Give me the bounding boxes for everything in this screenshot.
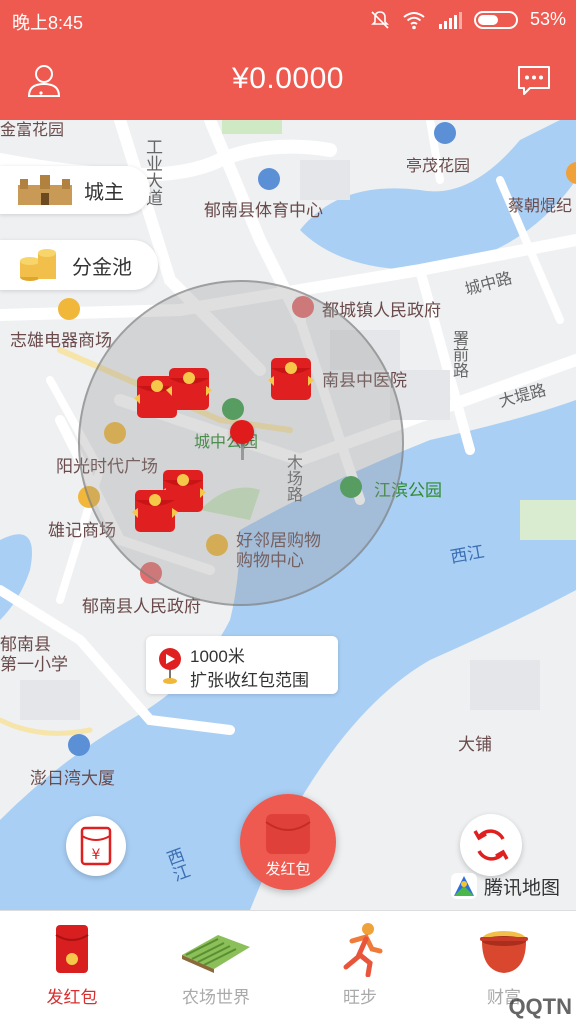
map-label: 志雄电器商场 bbox=[10, 331, 112, 350]
tab-label: 旺步 bbox=[343, 988, 377, 1007]
building-poi-icon[interactable] bbox=[68, 734, 90, 756]
range-distance: 1000米 bbox=[190, 647, 245, 666]
message-icon[interactable] bbox=[516, 62, 552, 98]
map-label: 郁南县体育中心 bbox=[204, 201, 323, 220]
current-location-marker bbox=[230, 420, 254, 444]
runner-icon bbox=[343, 923, 383, 977]
battery-icon bbox=[473, 10, 518, 29]
map-provider-label: 腾讯地图 bbox=[484, 877, 561, 899]
tab-label: 农场世界 bbox=[182, 988, 250, 1007]
map-label: 澎日湾大厦 bbox=[30, 769, 115, 788]
sports-poi-icon[interactable] bbox=[258, 168, 280, 190]
envelope-icon bbox=[265, 814, 311, 854]
red-envelope-icon[interactable] bbox=[268, 352, 314, 404]
map-label: 大铺 bbox=[458, 735, 492, 754]
location-pin-stem bbox=[241, 442, 244, 460]
tab-farm-world[interactable]: 农场世界 bbox=[144, 911, 288, 1024]
battery-percent: 53% bbox=[529, 9, 566, 29]
map-label: 金富花园 bbox=[0, 122, 65, 139]
send-red-packet-button[interactable]: 发红包 bbox=[240, 794, 336, 890]
castle-icon bbox=[18, 175, 72, 205]
location-poi-icon[interactable] bbox=[434, 122, 456, 144]
city-lord-label: 城主 bbox=[84, 181, 124, 204]
mute-icon bbox=[371, 10, 389, 29]
gold-coins-icon bbox=[20, 249, 56, 281]
status-icons: 53% bbox=[370, 9, 566, 30]
send-red-packet-label: 发红包 bbox=[265, 861, 311, 878]
map-label: 署前路 bbox=[450, 330, 467, 378]
map-label: 亭茂花园 bbox=[406, 158, 471, 175]
treasure-pot-icon bbox=[480, 931, 528, 973]
range-action: 扩张收红包范围 bbox=[190, 671, 309, 690]
status-bar: 晚上8:45 53% bbox=[0, 0, 576, 40]
red-packet-record-button[interactable]: ¥ bbox=[66, 816, 126, 876]
map-label: 第一小学 bbox=[0, 655, 68, 674]
header: ¥0.0000 bbox=[0, 40, 576, 120]
map-label: 蔡朝焜纪 bbox=[508, 198, 573, 215]
gold-pool-button[interactable]: 分金池 bbox=[0, 240, 158, 290]
map-provider: 腾讯地图 bbox=[450, 872, 560, 900]
map-view[interactable]: 金富花园 工业大道 亭茂花园 蔡朝焜纪 郁南县体育中心 城中路 都城镇人民政府 … bbox=[0, 120, 576, 910]
tab-send-red-packet[interactable]: 发红包 bbox=[0, 911, 144, 1024]
watermark: QQTN bbox=[508, 994, 572, 1019]
city-lord-button[interactable]: 城主 bbox=[0, 166, 150, 214]
location-marker-icon bbox=[159, 648, 181, 684]
refresh-icon bbox=[473, 829, 509, 861]
signal-icon bbox=[438, 11, 462, 29]
balance-amount: ¥0.0000 bbox=[232, 62, 344, 95]
tab-wangbu[interactable]: 旺步 bbox=[288, 911, 432, 1024]
wifi-icon bbox=[403, 11, 425, 29]
farm-icon bbox=[182, 935, 250, 973]
shop-poi-icon[interactable] bbox=[58, 298, 80, 320]
red-envelope-icon bbox=[55, 925, 89, 973]
tab-label: 发红包 bbox=[46, 988, 98, 1007]
expand-range-tip[interactable]: 1000米 扩张收红包范围 bbox=[146, 636, 338, 694]
red-envelope-icon[interactable] bbox=[166, 362, 212, 414]
status-time: 晚上8:45 bbox=[12, 13, 84, 33]
svg-text:¥: ¥ bbox=[92, 847, 101, 863]
top-bar: 晚上8:45 53% ¥0.0000 bbox=[0, 0, 576, 120]
red-envelope-icon[interactable] bbox=[132, 484, 178, 536]
red-envelope-yuan-icon: ¥ bbox=[80, 826, 112, 866]
tencent-map-logo-icon bbox=[451, 873, 477, 899]
bottom-nav: 发红包 农场世界 旺步 财富 QQTN bbox=[0, 910, 576, 1024]
refresh-button[interactable] bbox=[460, 814, 522, 876]
gold-pool-label: 分金池 bbox=[72, 256, 132, 279]
